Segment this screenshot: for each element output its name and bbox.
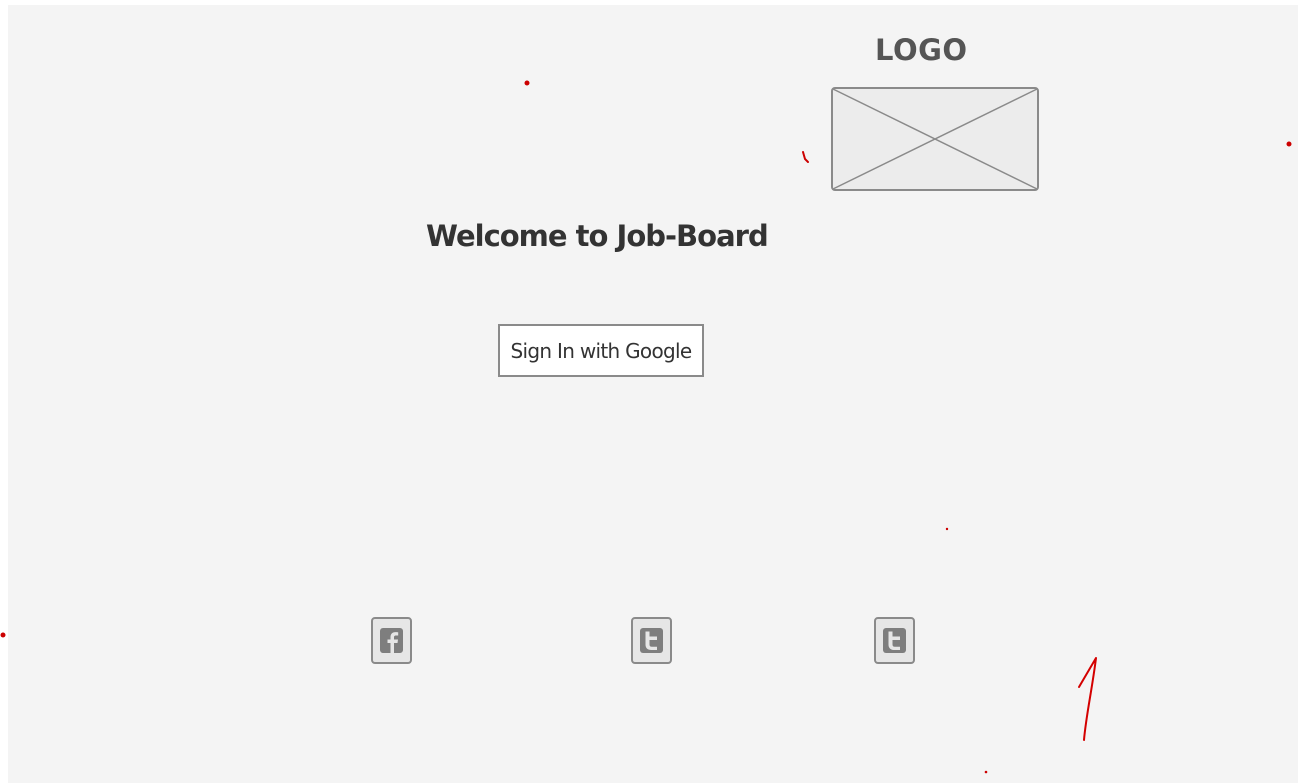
- annotation-dot: [0, 632, 6, 638]
- twitter-link[interactable]: [874, 617, 915, 664]
- twitter-icon: [874, 617, 915, 664]
- welcome-title: Welcome to Job-Board: [426, 219, 769, 253]
- logo-label: LOGO: [875, 33, 968, 67]
- facebook-icon: [371, 617, 412, 664]
- sign-in-google-button[interactable]: Sign In with Google: [498, 324, 704, 377]
- logo-image-placeholder[interactable]: [831, 87, 1039, 191]
- twitter-link[interactable]: [631, 617, 672, 664]
- image-placeholder-icon: [831, 87, 1039, 191]
- twitter-icon: [631, 617, 672, 664]
- facebook-link[interactable]: [371, 617, 412, 664]
- wireframe-canvas: [8, 5, 1298, 783]
